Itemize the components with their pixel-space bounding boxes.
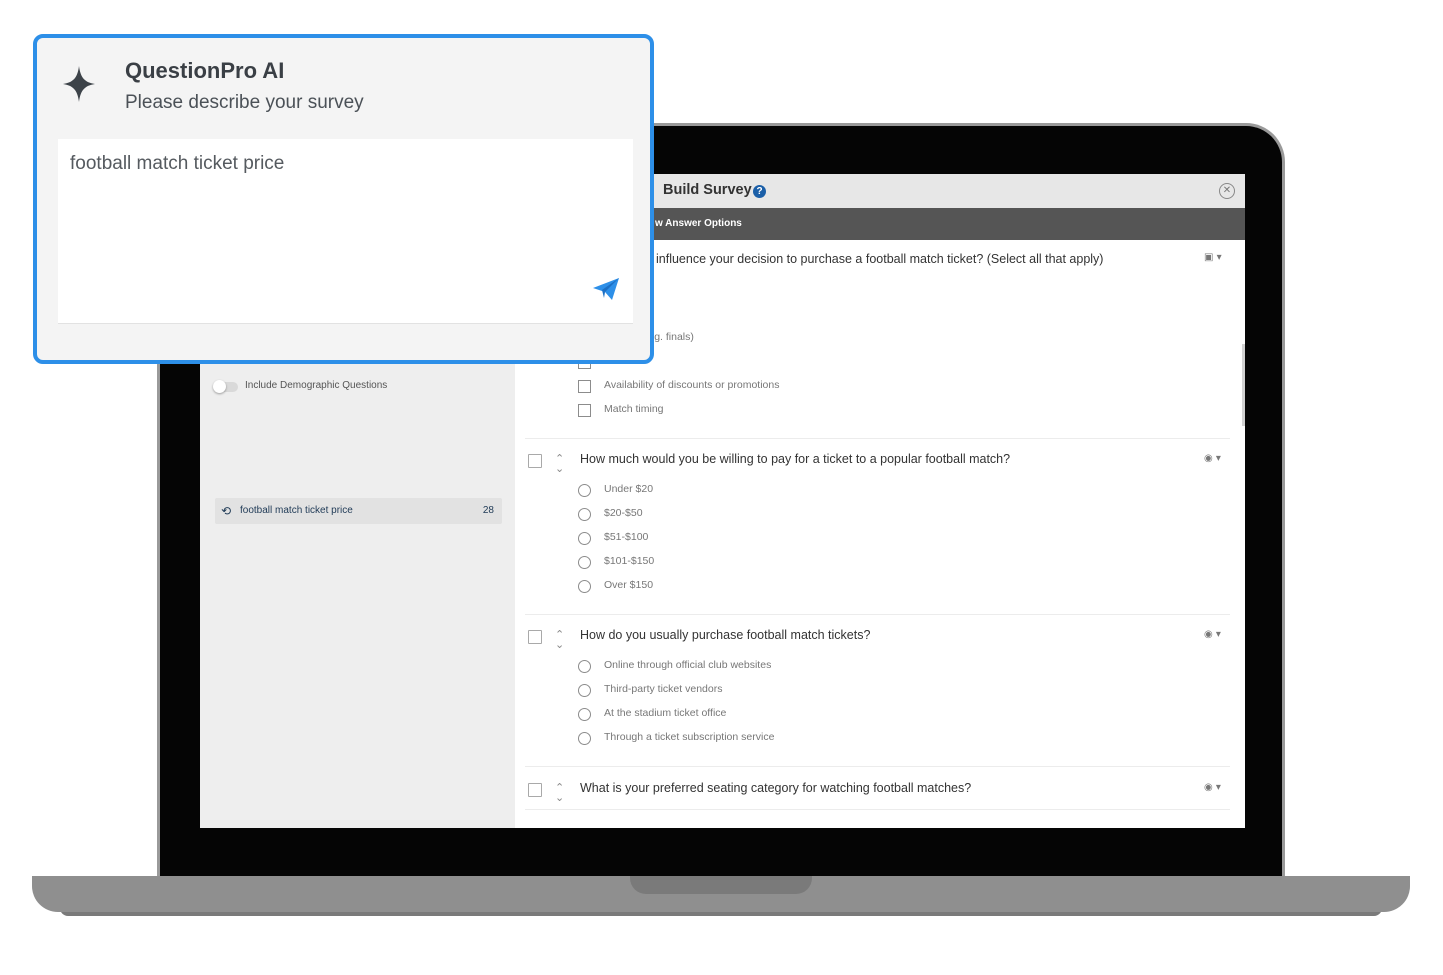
question-text[interactable]: How do you usually purchase football mat… xyxy=(580,628,870,642)
option-label: $20-$50 xyxy=(604,507,643,519)
radio-type-icon[interactable]: ◉ ▾ xyxy=(1204,782,1221,793)
divider xyxy=(525,766,1230,767)
question-circle-icon[interactable]: ? xyxy=(753,185,766,198)
radio-button[interactable] xyxy=(578,580,591,593)
page-title: Build Survey xyxy=(663,182,752,198)
checkbox[interactable] xyxy=(578,380,591,393)
reorder-icon[interactable]: ⌃ ⌄ xyxy=(555,629,564,650)
radio-button[interactable] xyxy=(578,532,591,545)
radio-button[interactable] xyxy=(578,484,591,497)
divider xyxy=(525,438,1230,439)
option-label: $51-$100 xyxy=(604,531,649,543)
demographic-toggle[interactable] xyxy=(213,380,238,393)
demographic-toggle-label: Include Demographic Questions xyxy=(245,380,388,391)
option-label: Availability of discounts or promotions xyxy=(604,379,780,391)
ai-popup-title: QuestionPro AI xyxy=(125,58,285,83)
option-label: Online through official club websites xyxy=(604,659,772,671)
divider xyxy=(525,614,1230,615)
question-select-checkbox[interactable] xyxy=(528,454,542,468)
question-text[interactable]: How much would you be willing to pay for… xyxy=(580,452,1010,466)
option-label: Under $20 xyxy=(604,483,654,495)
question-text[interactable]: influence your decision to purchase a fo… xyxy=(656,252,1103,266)
survey-description-value[interactable]: football match ticket price xyxy=(70,153,284,175)
radio-type-icon[interactable]: ◉ ▾ xyxy=(1204,629,1221,640)
radio-button[interactable] xyxy=(578,732,591,745)
radio-button[interactable] xyxy=(578,508,591,521)
option-label: Through a ticket subscription service xyxy=(604,731,775,743)
ai-survey-popup: QuestionPro AI Please describe your surv… xyxy=(33,34,654,364)
option-label: Match timing xyxy=(604,403,664,415)
option-label: $101-$150 xyxy=(604,555,655,567)
survey-description-input[interactable]: football match ticket price xyxy=(58,139,633,324)
reorder-icon[interactable]: ⌃ ⌄ xyxy=(555,453,564,474)
option-label: At the stadium ticket office xyxy=(604,707,727,719)
radio-button[interactable] xyxy=(578,684,591,697)
radio-type-icon[interactable]: ◉ ▾ xyxy=(1204,453,1221,464)
history-item[interactable]: ⟲ football match ticket price 28 xyxy=(215,498,502,524)
scrollbar[interactable] xyxy=(1242,344,1245,426)
question-text[interactable]: What is your preferred seating category … xyxy=(580,781,971,795)
question-select-checkbox[interactable] xyxy=(528,630,542,644)
checkbox[interactable] xyxy=(578,404,591,417)
paper-plane-icon[interactable] xyxy=(592,277,620,301)
history-item-count: 28 xyxy=(482,505,494,516)
option-label: Over $150 xyxy=(604,579,654,591)
close-icon[interactable]: ✕ xyxy=(1219,183,1235,199)
answer-options-label[interactable]: w Answer Options xyxy=(655,218,742,229)
history-icon: ⟲ xyxy=(221,504,232,518)
ai-popup-subtitle: Please describe your survey xyxy=(125,92,364,113)
radio-button[interactable] xyxy=(578,660,591,673)
reorder-icon[interactable]: ⌃ ⌄ xyxy=(555,782,564,803)
radio-button[interactable] xyxy=(578,556,591,569)
sparkle-icon xyxy=(63,66,95,102)
history-item-label: football match ticket price xyxy=(240,505,353,516)
question-select-checkbox[interactable] xyxy=(528,783,542,797)
multi-select-icon[interactable]: ▣ ▾ xyxy=(1204,252,1222,263)
option-label: Third-party ticket vendors xyxy=(604,683,723,695)
radio-button[interactable] xyxy=(578,708,591,721)
laptop-notch xyxy=(630,876,812,894)
divider xyxy=(525,809,1230,810)
